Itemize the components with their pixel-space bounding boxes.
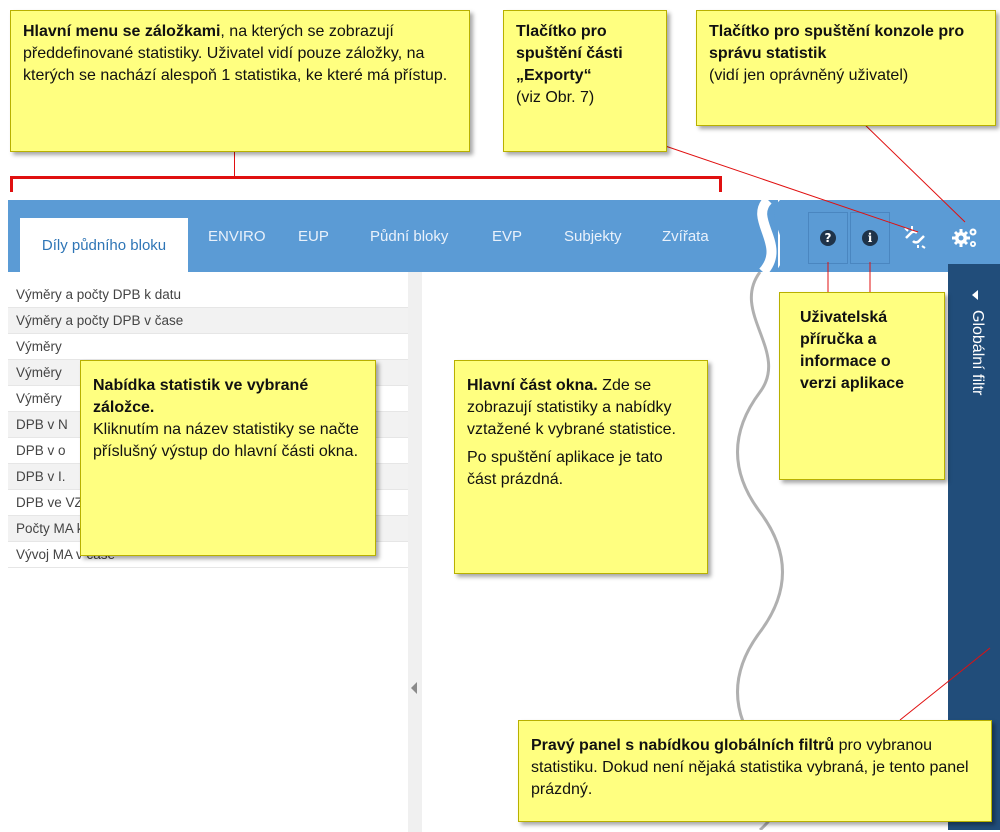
callout-statistics-menu-bold: Nabídka statistik ve vybrané záložce. xyxy=(93,377,309,416)
callout-exports-bold: Tlačítko pro spuštění části „Exporty“ xyxy=(516,23,623,84)
callout-help-info: Uživatelská příručka a informace o verzi… xyxy=(779,292,945,480)
callout-main-area-bold: Hlavní část okna. xyxy=(467,377,598,394)
callout-main-menu: Hlavní menu se záložkami, na kterých se … xyxy=(10,10,470,152)
callout-main-area-text2: Po spuštění aplikace je tato část prázdn… xyxy=(467,449,663,488)
callout-console-text: (vidí jen oprávněný uživatel) xyxy=(709,67,909,84)
callout-right-panel-bold: Pravý panel s nabídkou globálních filtrů xyxy=(531,737,835,754)
callout-main-menu-bold: Hlavní menu se záložkami xyxy=(23,23,221,40)
callout-right-panel: Pravý panel s nabídkou globálních filtrů… xyxy=(518,720,992,822)
callout-statistics-menu: Nabídka statistik ve vybrané záložce. Kl… xyxy=(80,360,376,556)
callout-exports: Tlačítko pro spuštění části „Exporty“ (v… xyxy=(503,10,667,152)
callout-statistics-menu-text: Kliknutím na název statistiky se načte p… xyxy=(93,421,359,460)
callout-help-info-bold: Uživatelská příručka a informace o verzi… xyxy=(800,309,905,392)
callout-console-bold: Tlačítko pro spuštění konzole pro správu… xyxy=(709,23,965,62)
callout-main-area: Hlavní část okna. Zde se zobrazují stati… xyxy=(454,360,708,574)
callout-console: Tlačítko pro spuštění konzole pro správu… xyxy=(696,10,996,126)
callout-exports-text: (viz Obr. 7) xyxy=(516,89,595,106)
